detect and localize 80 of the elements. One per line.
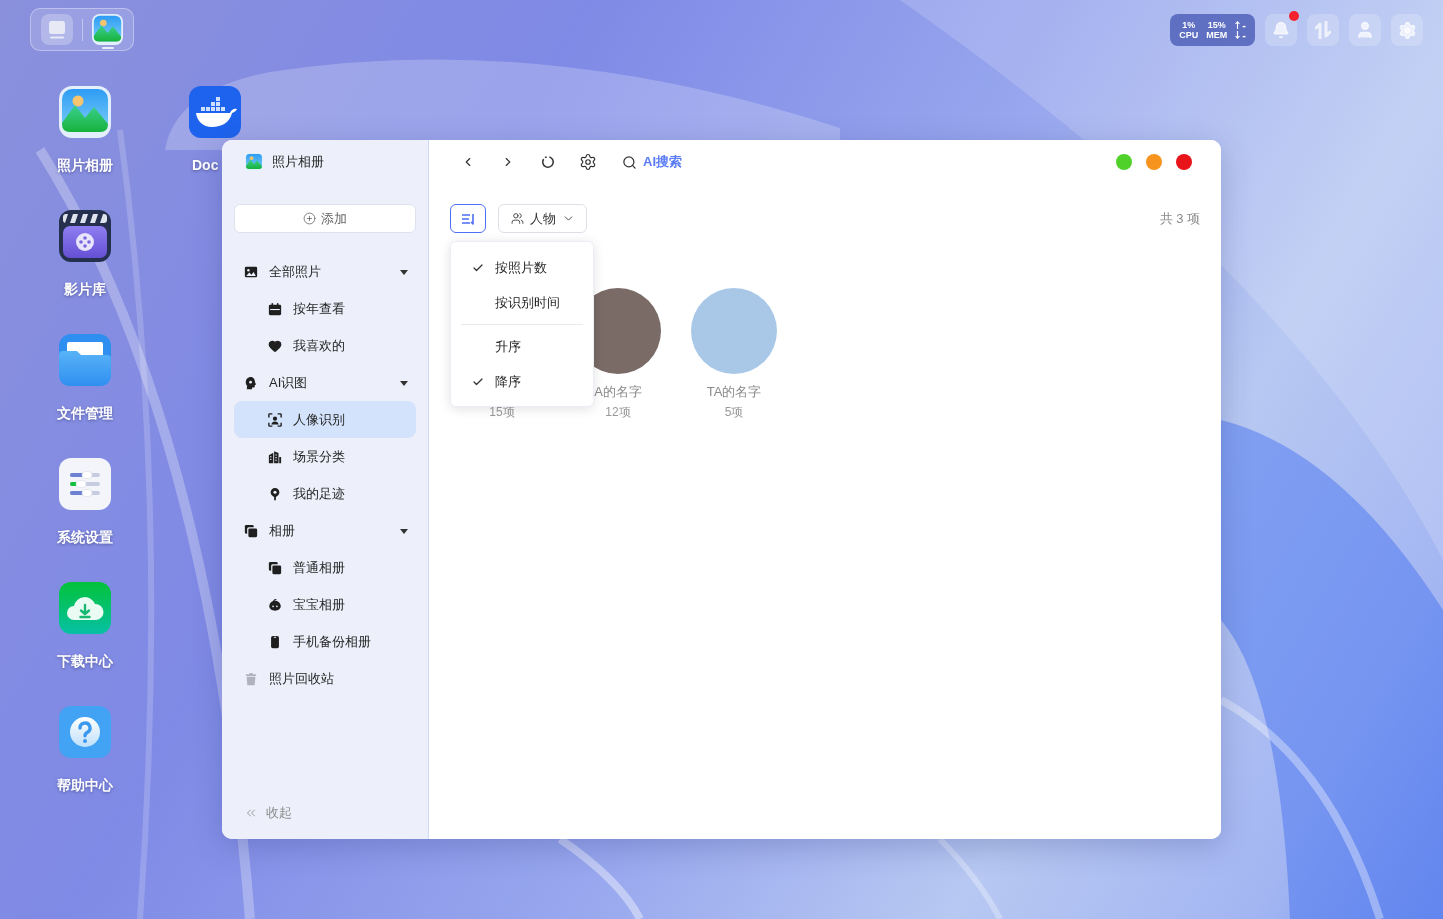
nav-item[interactable]: 普通相册 bbox=[234, 549, 416, 586]
phone-icon bbox=[268, 634, 282, 649]
taskbar-button[interactable] bbox=[92, 14, 123, 49]
add-button[interactable]: 添加 bbox=[234, 204, 416, 233]
baby-face-icon bbox=[268, 597, 282, 612]
photo-count: 15项 bbox=[489, 404, 515, 420]
nav-item[interactable]: 手机备份相册 bbox=[234, 623, 416, 660]
calendar-icon bbox=[268, 301, 282, 316]
sort-option[interactable]: 按识别时间 bbox=[451, 285, 593, 320]
item-count: 共 3 项 bbox=[1159, 209, 1200, 228]
sliders-icon bbox=[59, 458, 111, 510]
maximize-button[interactable] bbox=[1116, 154, 1132, 170]
settings-icon bbox=[1397, 20, 1417, 40]
photos-app-icon bbox=[59, 86, 111, 138]
nav-item[interactable]: AI识图 bbox=[234, 364, 416, 401]
refresh-icon bbox=[541, 155, 555, 169]
arrow-up-icon bbox=[1235, 21, 1241, 29]
picture-icon bbox=[244, 264, 258, 279]
notifications-button[interactable] bbox=[1265, 14, 1297, 46]
caret-icon bbox=[400, 267, 408, 276]
plus-circle-icon bbox=[303, 212, 316, 225]
caret-icon bbox=[400, 526, 408, 535]
sort-option[interactable]: 按照片数 bbox=[451, 250, 593, 285]
stacked-squares-icon bbox=[244, 523, 258, 538]
photos-app-icon bbox=[245, 153, 263, 171]
person-scan-icon bbox=[268, 412, 282, 427]
sort-icon bbox=[460, 211, 476, 226]
nav-item[interactable]: 场景分类 bbox=[234, 438, 416, 475]
stacked-squares-icon bbox=[268, 560, 282, 575]
minimize-button[interactable] bbox=[1146, 154, 1162, 170]
sort-option[interactable]: 降序 bbox=[451, 364, 593, 399]
download-speed: - bbox=[1242, 30, 1246, 40]
buildings-icon bbox=[268, 449, 282, 464]
photo-count: 12项 bbox=[605, 404, 631, 420]
nav-item[interactable]: 我喜欢的 bbox=[234, 327, 416, 364]
upload-speed: - bbox=[1242, 20, 1246, 30]
double-chevron-left-icon bbox=[244, 806, 258, 820]
head-icon bbox=[244, 375, 258, 390]
heart-icon bbox=[268, 338, 282, 353]
photos-app-icon bbox=[92, 14, 123, 45]
nav-item[interactable]: 照片回收站 bbox=[234, 660, 416, 697]
person-name: TA的名字 bbox=[706, 383, 762, 401]
active-indicator bbox=[101, 47, 114, 49]
memory-label: MEM bbox=[1206, 30, 1228, 40]
sort-button[interactable] bbox=[450, 204, 486, 233]
nav-item[interactable]: 我的足迹 bbox=[234, 475, 416, 512]
desktop-icon bbox=[41, 14, 73, 45]
account-button[interactable] bbox=[1349, 14, 1381, 46]
up-down-arrows-icon bbox=[1315, 21, 1331, 39]
nav-item[interactable]: 人像识别 bbox=[234, 401, 416, 438]
memory-usage: 15% bbox=[1207, 20, 1226, 30]
whale-icon bbox=[189, 86, 241, 138]
cpu-usage: 1% bbox=[1182, 20, 1196, 30]
bell-icon bbox=[1272, 21, 1290, 39]
nav-item[interactable]: 按年查看 bbox=[234, 290, 416, 327]
user-icon bbox=[1355, 20, 1375, 40]
nav-item[interactable]: 全部照片 bbox=[234, 253, 416, 290]
search-icon bbox=[622, 154, 637, 170]
question-mark-icon bbox=[59, 706, 111, 758]
ai-search-button[interactable]: AI搜索 bbox=[622, 147, 682, 177]
caret-icon bbox=[400, 378, 408, 387]
film-clapper-icon bbox=[59, 210, 111, 262]
nav-item[interactable]: 宝宝相册 bbox=[234, 586, 416, 623]
person-name: A的名字 bbox=[594, 383, 642, 401]
cloud-download-icon bbox=[59, 582, 111, 634]
folder-icon bbox=[59, 334, 111, 386]
map-pin-icon bbox=[268, 486, 282, 501]
system-monitor[interactable]: 1% CPU 15% MEM - - bbox=[1170, 14, 1255, 46]
filter-dropdown[interactable]: 人物 bbox=[498, 204, 587, 233]
app-title: 照片相册 bbox=[272, 153, 324, 172]
sort-option[interactable]: 升序 bbox=[451, 329, 593, 364]
people-icon bbox=[510, 212, 524, 225]
transfers-button[interactable] bbox=[1307, 14, 1339, 46]
close-button[interactable] bbox=[1176, 154, 1192, 170]
cpu-label: CPU bbox=[1179, 30, 1199, 40]
arrow-down-icon bbox=[1235, 31, 1241, 39]
photo-count: 5项 bbox=[724, 404, 744, 420]
settings-icon bbox=[579, 153, 597, 171]
nav-item[interactable]: 相册 bbox=[234, 512, 416, 549]
trash-icon bbox=[244, 671, 258, 686]
